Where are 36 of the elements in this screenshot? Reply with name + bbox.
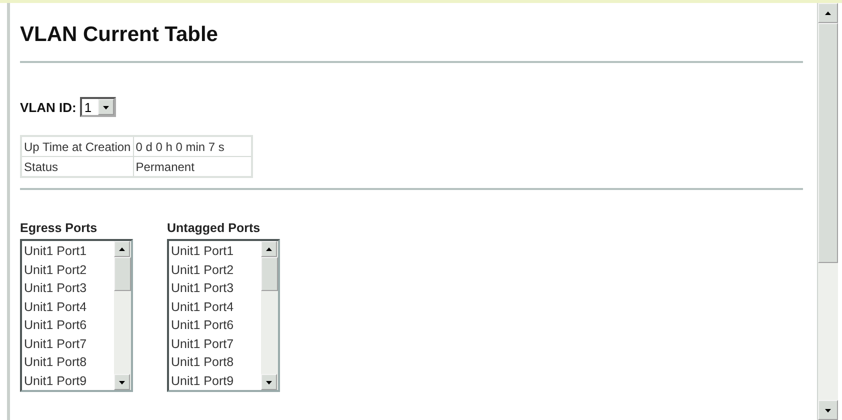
list-item[interactable]: Unit1 Port6 (171, 316, 261, 334)
port-listbox[interactable]: Unit1 Port1 Unit1 Port2 Unit1 Port3 Unit1 Port4 Unit1 Port6 Unit1 Port7 Unit1 Port8 Unit1 Port9 (167, 239, 280, 392)
scroll-thumb[interactable] (818, 23, 838, 263)
list-item[interactable]: Unit1 Port4 (24, 298, 114, 316)
list-item[interactable]: Unit1 Port2 (171, 260, 261, 279)
table-cell: Up Time at Creation (21, 136, 134, 156)
scroll-up-button[interactable] (818, 3, 838, 23)
list-item[interactable]: Unit1 Port1 (171, 242, 261, 260)
list-item[interactable]: Unit1 Port8 (24, 353, 114, 372)
scroll-down-button[interactable] (261, 374, 277, 390)
list-item[interactable]: Unit1 Port3 (171, 279, 261, 298)
list-item[interactable]: Unit1 Port2 (24, 260, 114, 279)
scroll-up-button[interactable] (114, 241, 130, 257)
list-item[interactable]: Unit1 Port9 (171, 372, 261, 390)
port-listbox[interactable]: Unit1 Port1 Unit1 Port2 Unit1 Port3 Unit1 Port4 Unit1 Port6 Unit1 Port7 Unit1 Port8 Unit1 Port9 (20, 239, 133, 392)
scrollbar[interactable] (114, 241, 131, 390)
list-item[interactable]: Unit1 Port7 (171, 334, 261, 353)
list-item[interactable]: Unit1 Port4 (171, 298, 261, 316)
list-item[interactable]: Unit1 Port3 (24, 279, 114, 298)
list-item[interactable]: Unit1 Port6 (24, 316, 114, 334)
scroll-up-button[interactable] (261, 241, 277, 257)
list-heading: Untagged Ports (167, 221, 262, 235)
list-item[interactable]: Unit1 Port8 (171, 353, 261, 372)
list-item[interactable]: Unit1 Port9 (24, 372, 114, 390)
scrollbar[interactable] (261, 241, 278, 390)
list-item[interactable]: Unit1 Port7 (24, 334, 114, 353)
vlan-id-label: VLAN ID: (20, 100, 76, 114)
scroll-thumb[interactable] (114, 257, 131, 291)
scroll-down-button[interactable] (114, 374, 130, 390)
list-item[interactable]: Unit1 Port1 (24, 242, 114, 260)
scroll-down-button[interactable] (818, 400, 838, 420)
vlan-id-dropdown[interactable]: 1 (80, 97, 116, 117)
list-heading: Egress Ports (20, 221, 98, 235)
page-title: VLAN Current Table (20, 23, 219, 47)
page-scrollbar[interactable] (817, 3, 838, 420)
scroll-thumb[interactable] (261, 257, 278, 291)
